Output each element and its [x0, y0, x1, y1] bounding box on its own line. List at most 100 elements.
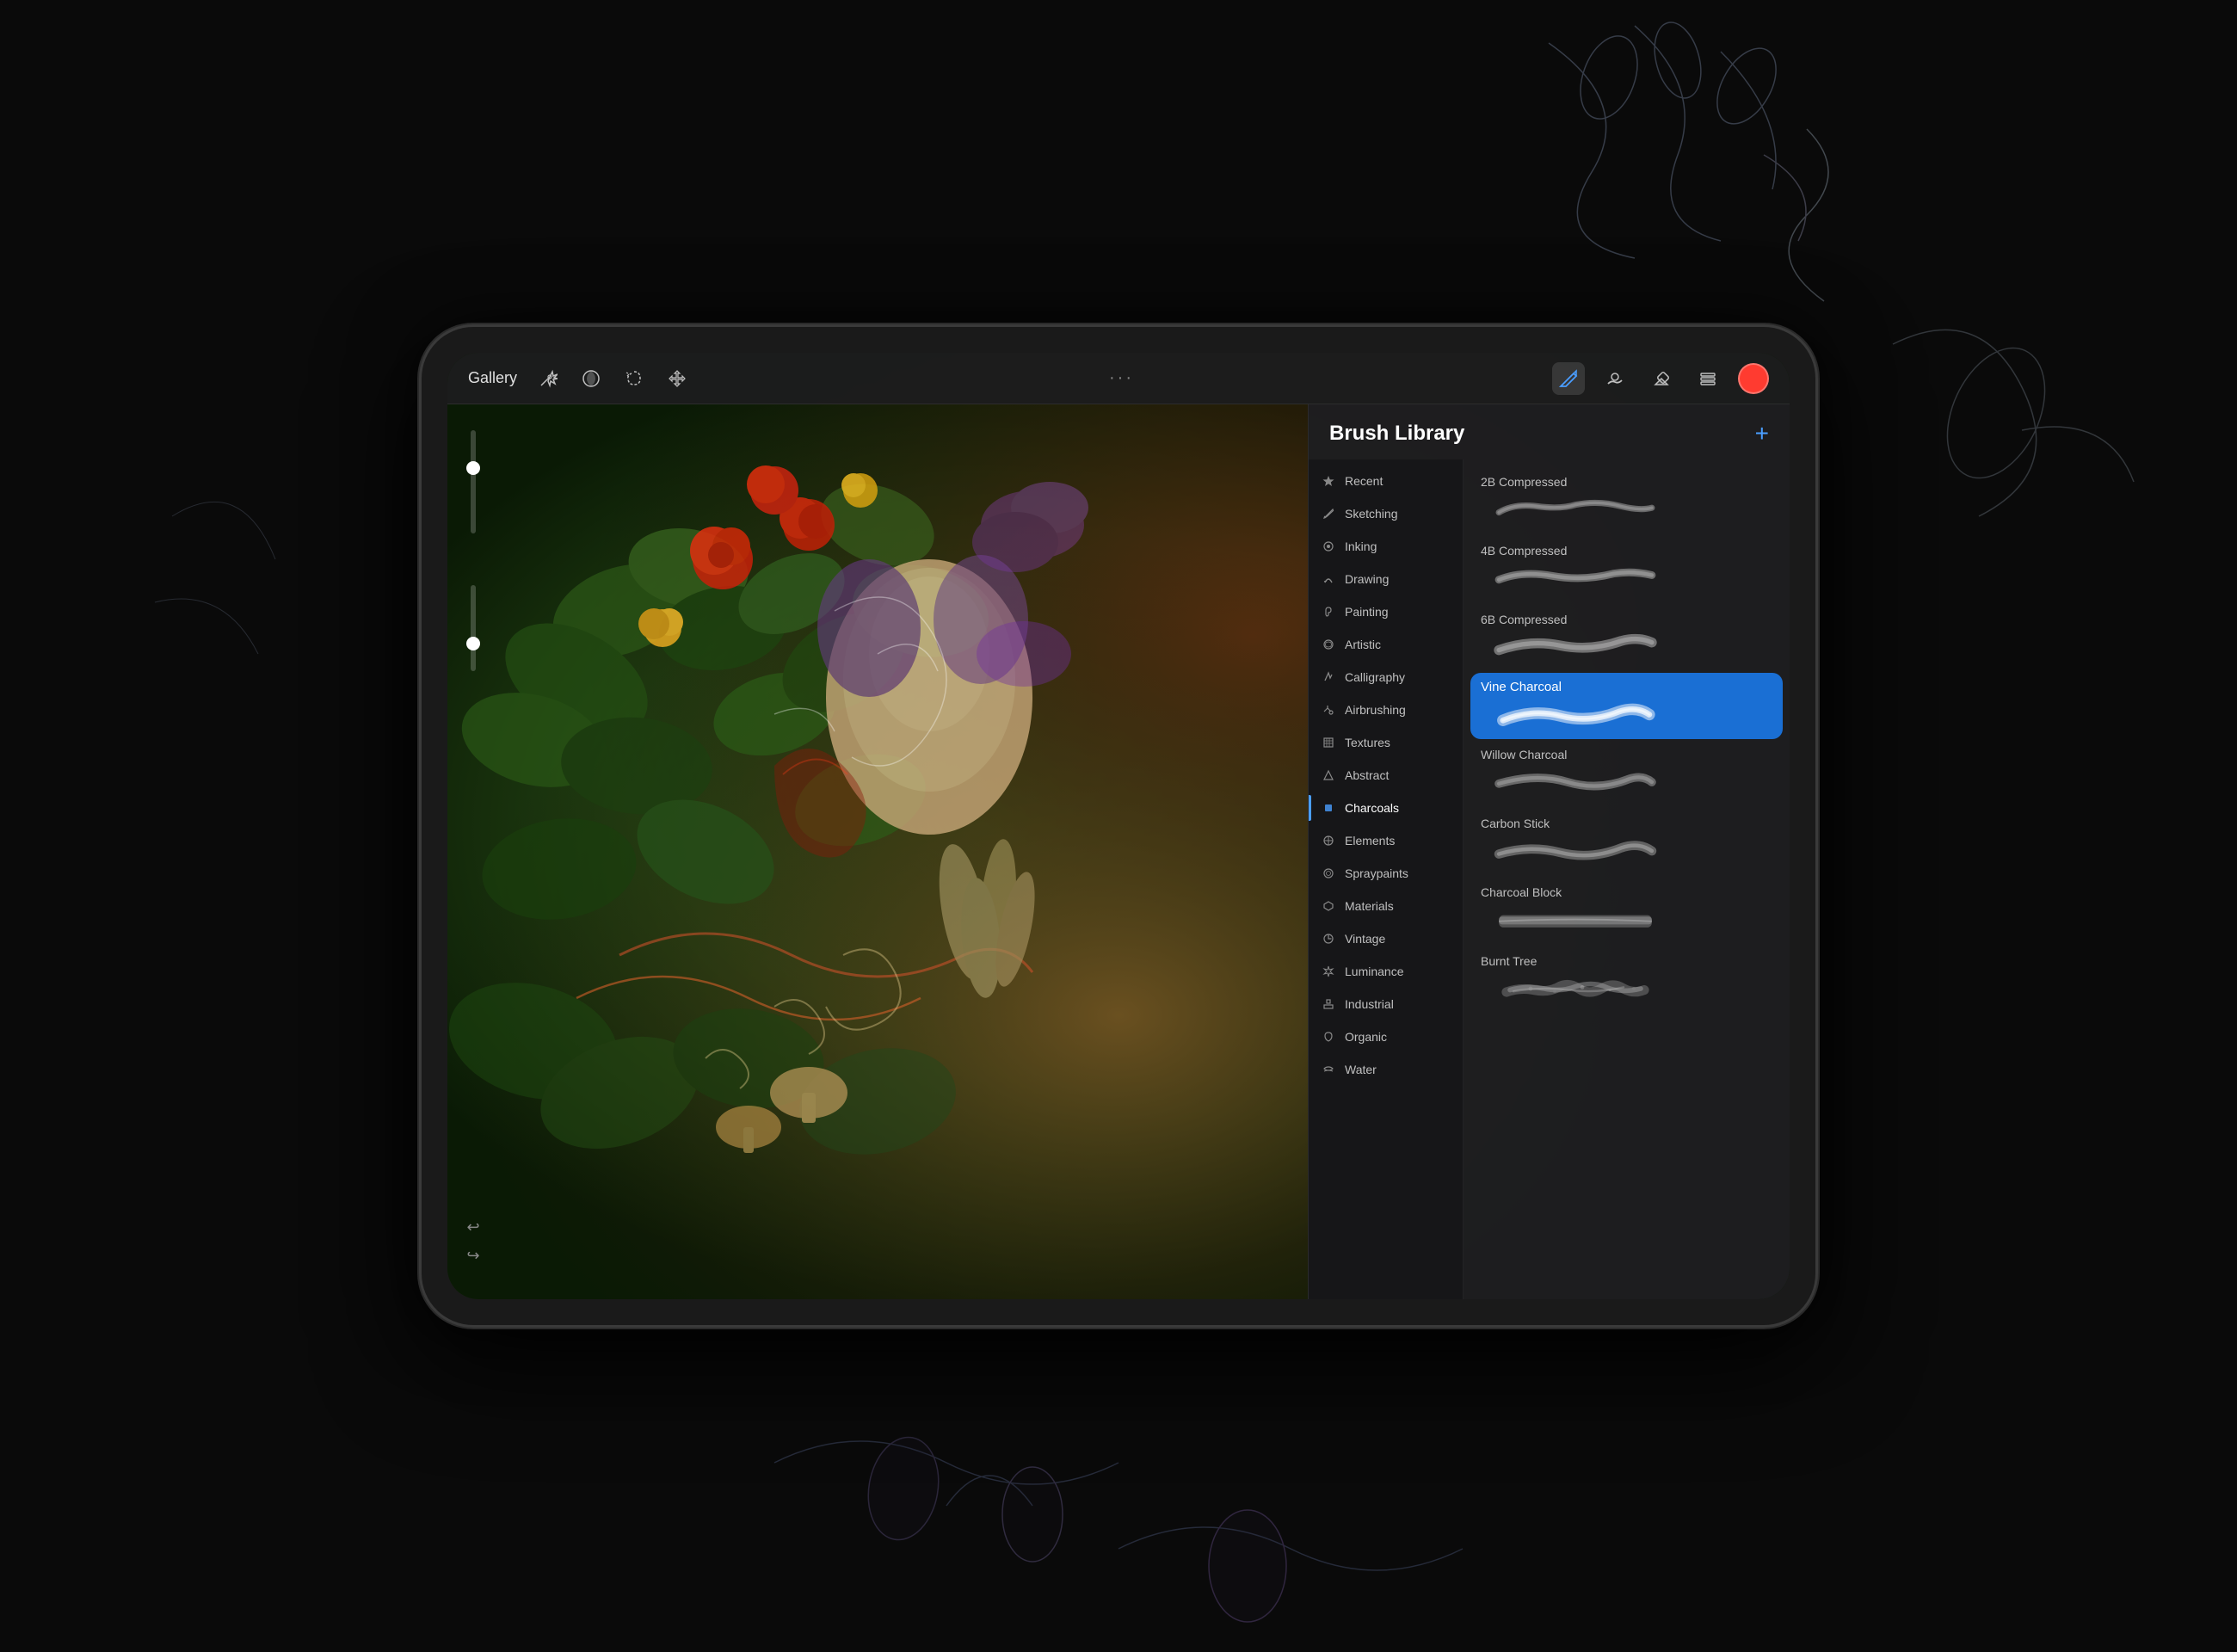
category-luminance[interactable]: Luminance: [1309, 955, 1463, 988]
magic-wand-icon[interactable]: [534, 365, 562, 392]
category-textures-label: Textures: [1345, 736, 1390, 749]
brush-size-handle[interactable]: [466, 461, 480, 475]
category-airbrushing[interactable]: Airbrushing: [1309, 693, 1463, 726]
category-calligraphy-label: Calligraphy: [1345, 670, 1405, 684]
charcoals-icon: [1321, 800, 1336, 816]
category-list: Recent Sketching Inking: [1309, 459, 1464, 1299]
brush-vine-preview: [1481, 701, 1772, 732]
textures-icon: [1321, 735, 1336, 750]
brush-burnt-tree[interactable]: Burnt Tree: [1464, 946, 1790, 1013]
ipad-screen: Gallery: [447, 353, 1790, 1299]
category-inking-label: Inking: [1345, 539, 1377, 553]
brush-burnt-tree-name: Burnt Tree: [1481, 954, 1772, 968]
category-artistic[interactable]: Artistic: [1309, 628, 1463, 661]
category-drawing-label: Drawing: [1345, 572, 1389, 586]
category-industrial-label: Industrial: [1345, 997, 1394, 1011]
brush-willow-charcoal[interactable]: Willow Charcoal: [1464, 739, 1790, 806]
brush-library-title: Brush Library: [1329, 422, 1464, 446]
abstract-icon: [1321, 767, 1336, 783]
brush-6b-name: 6B Compressed: [1481, 613, 1772, 626]
opacity-handle[interactable]: [466, 637, 480, 650]
category-airbrushing-label: Airbrushing: [1345, 703, 1406, 717]
tablet-wrapper: Gallery: [422, 327, 1815, 1325]
color-picker[interactable]: [1738, 363, 1769, 394]
brush-size-slider[interactable]: [471, 430, 476, 533]
recent-icon: [1321, 473, 1336, 489]
toolbar-left: Gallery: [468, 365, 691, 392]
category-materials-label: Materials: [1345, 899, 1394, 913]
toolbar-icons: [534, 365, 691, 392]
brush-panel-header: Brush Library +: [1309, 404, 1790, 459]
category-artistic-label: Artistic: [1345, 638, 1381, 651]
brush-vine-name: Vine Charcoal: [1481, 680, 1772, 694]
category-vintage[interactable]: Vintage: [1309, 922, 1463, 955]
brush-charcoal-block-preview: [1481, 904, 1772, 935]
redo-button[interactable]: ↪: [466, 1247, 479, 1265]
category-charcoals[interactable]: Charcoals: [1309, 792, 1463, 824]
brush-vine-charcoal[interactable]: Vine Charcoal: [1470, 673, 1783, 739]
eraser-tool-button[interactable]: [1645, 362, 1678, 395]
ipad-frame: Gallery: [422, 327, 1815, 1325]
toolbar-center: ···: [691, 368, 1552, 388]
category-luminance-label: Luminance: [1345, 965, 1404, 978]
category-abstract-label: Abstract: [1345, 768, 1389, 782]
opacity-slider[interactable]: [471, 585, 476, 671]
category-textures[interactable]: Textures: [1309, 726, 1463, 759]
category-calligraphy[interactable]: Calligraphy: [1309, 661, 1463, 693]
category-vintage-label: Vintage: [1345, 932, 1385, 946]
undo-button[interactable]: ↩: [466, 1218, 479, 1236]
artistic-icon: [1321, 637, 1336, 652]
vintage-icon: [1321, 931, 1336, 946]
elements-icon: [1321, 833, 1336, 848]
brush-carbon-stick[interactable]: Carbon Stick: [1464, 808, 1790, 875]
brush-2b-compressed[interactable]: 2B Compressed: [1464, 466, 1790, 533]
lasso-icon[interactable]: [620, 365, 648, 392]
organic-icon: [1321, 1029, 1336, 1045]
category-painting-label: Painting: [1345, 605, 1389, 619]
category-water[interactable]: Water: [1309, 1053, 1463, 1086]
category-spraypaints-label: Spraypaints: [1345, 866, 1408, 880]
drawing-icon: [1321, 571, 1336, 587]
brush-6b-preview: [1481, 632, 1772, 663]
toolbar-right: [1552, 362, 1769, 395]
brush-charcoal-block-name: Charcoal Block: [1481, 885, 1772, 899]
category-charcoals-label: Charcoals: [1345, 801, 1399, 815]
layers-tool-button[interactable]: [1692, 362, 1724, 395]
brush-6b-compressed[interactable]: 6B Compressed: [1464, 604, 1790, 671]
draw-tool-button[interactable]: [1552, 362, 1585, 395]
brush-carbon-name: Carbon Stick: [1481, 817, 1772, 830]
category-elements[interactable]: Elements: [1309, 824, 1463, 857]
move-icon[interactable]: [663, 365, 691, 392]
category-painting[interactable]: Painting: [1309, 595, 1463, 628]
brush-2b-preview: [1481, 494, 1772, 525]
category-industrial[interactable]: Industrial: [1309, 988, 1463, 1020]
category-abstract[interactable]: Abstract: [1309, 759, 1463, 792]
smudge-tool-button[interactable]: [1599, 362, 1631, 395]
category-inking[interactable]: Inking: [1309, 530, 1463, 563]
brush-panel-content: Recent Sketching Inking: [1309, 459, 1790, 1299]
category-organic[interactable]: Organic: [1309, 1020, 1463, 1053]
airbrushing-icon: [1321, 702, 1336, 718]
brush-library-panel: Brush Library + Recent: [1308, 404, 1790, 1299]
brush-4b-compressed[interactable]: 4B Compressed: [1464, 535, 1790, 602]
category-sketching[interactable]: Sketching: [1309, 497, 1463, 530]
category-recent-label: Recent: [1345, 474, 1383, 488]
brush-willow-name: Willow Charcoal: [1481, 748, 1772, 761]
adjust-icon[interactable]: [577, 365, 605, 392]
calligraphy-icon: [1321, 669, 1336, 685]
brush-charcoal-block[interactable]: Charcoal Block: [1464, 877, 1790, 944]
toolbar-dots: ···: [1109, 368, 1134, 388]
category-recent[interactable]: Recent: [1309, 465, 1463, 497]
materials-icon: [1321, 898, 1336, 914]
spraypaints-icon: [1321, 866, 1336, 881]
gallery-button[interactable]: Gallery: [468, 369, 517, 387]
category-spraypaints[interactable]: Spraypaints: [1309, 857, 1463, 890]
painting-icon: [1321, 604, 1336, 620]
add-brush-button[interactable]: +: [1755, 422, 1769, 446]
category-materials[interactable]: Materials: [1309, 890, 1463, 922]
category-sketching-label: Sketching: [1345, 507, 1397, 521]
toolbar: Gallery: [447, 353, 1790, 404]
brush-4b-name: 4B Compressed: [1481, 544, 1772, 558]
category-drawing[interactable]: Drawing: [1309, 563, 1463, 595]
brush-carbon-preview: [1481, 835, 1772, 866]
